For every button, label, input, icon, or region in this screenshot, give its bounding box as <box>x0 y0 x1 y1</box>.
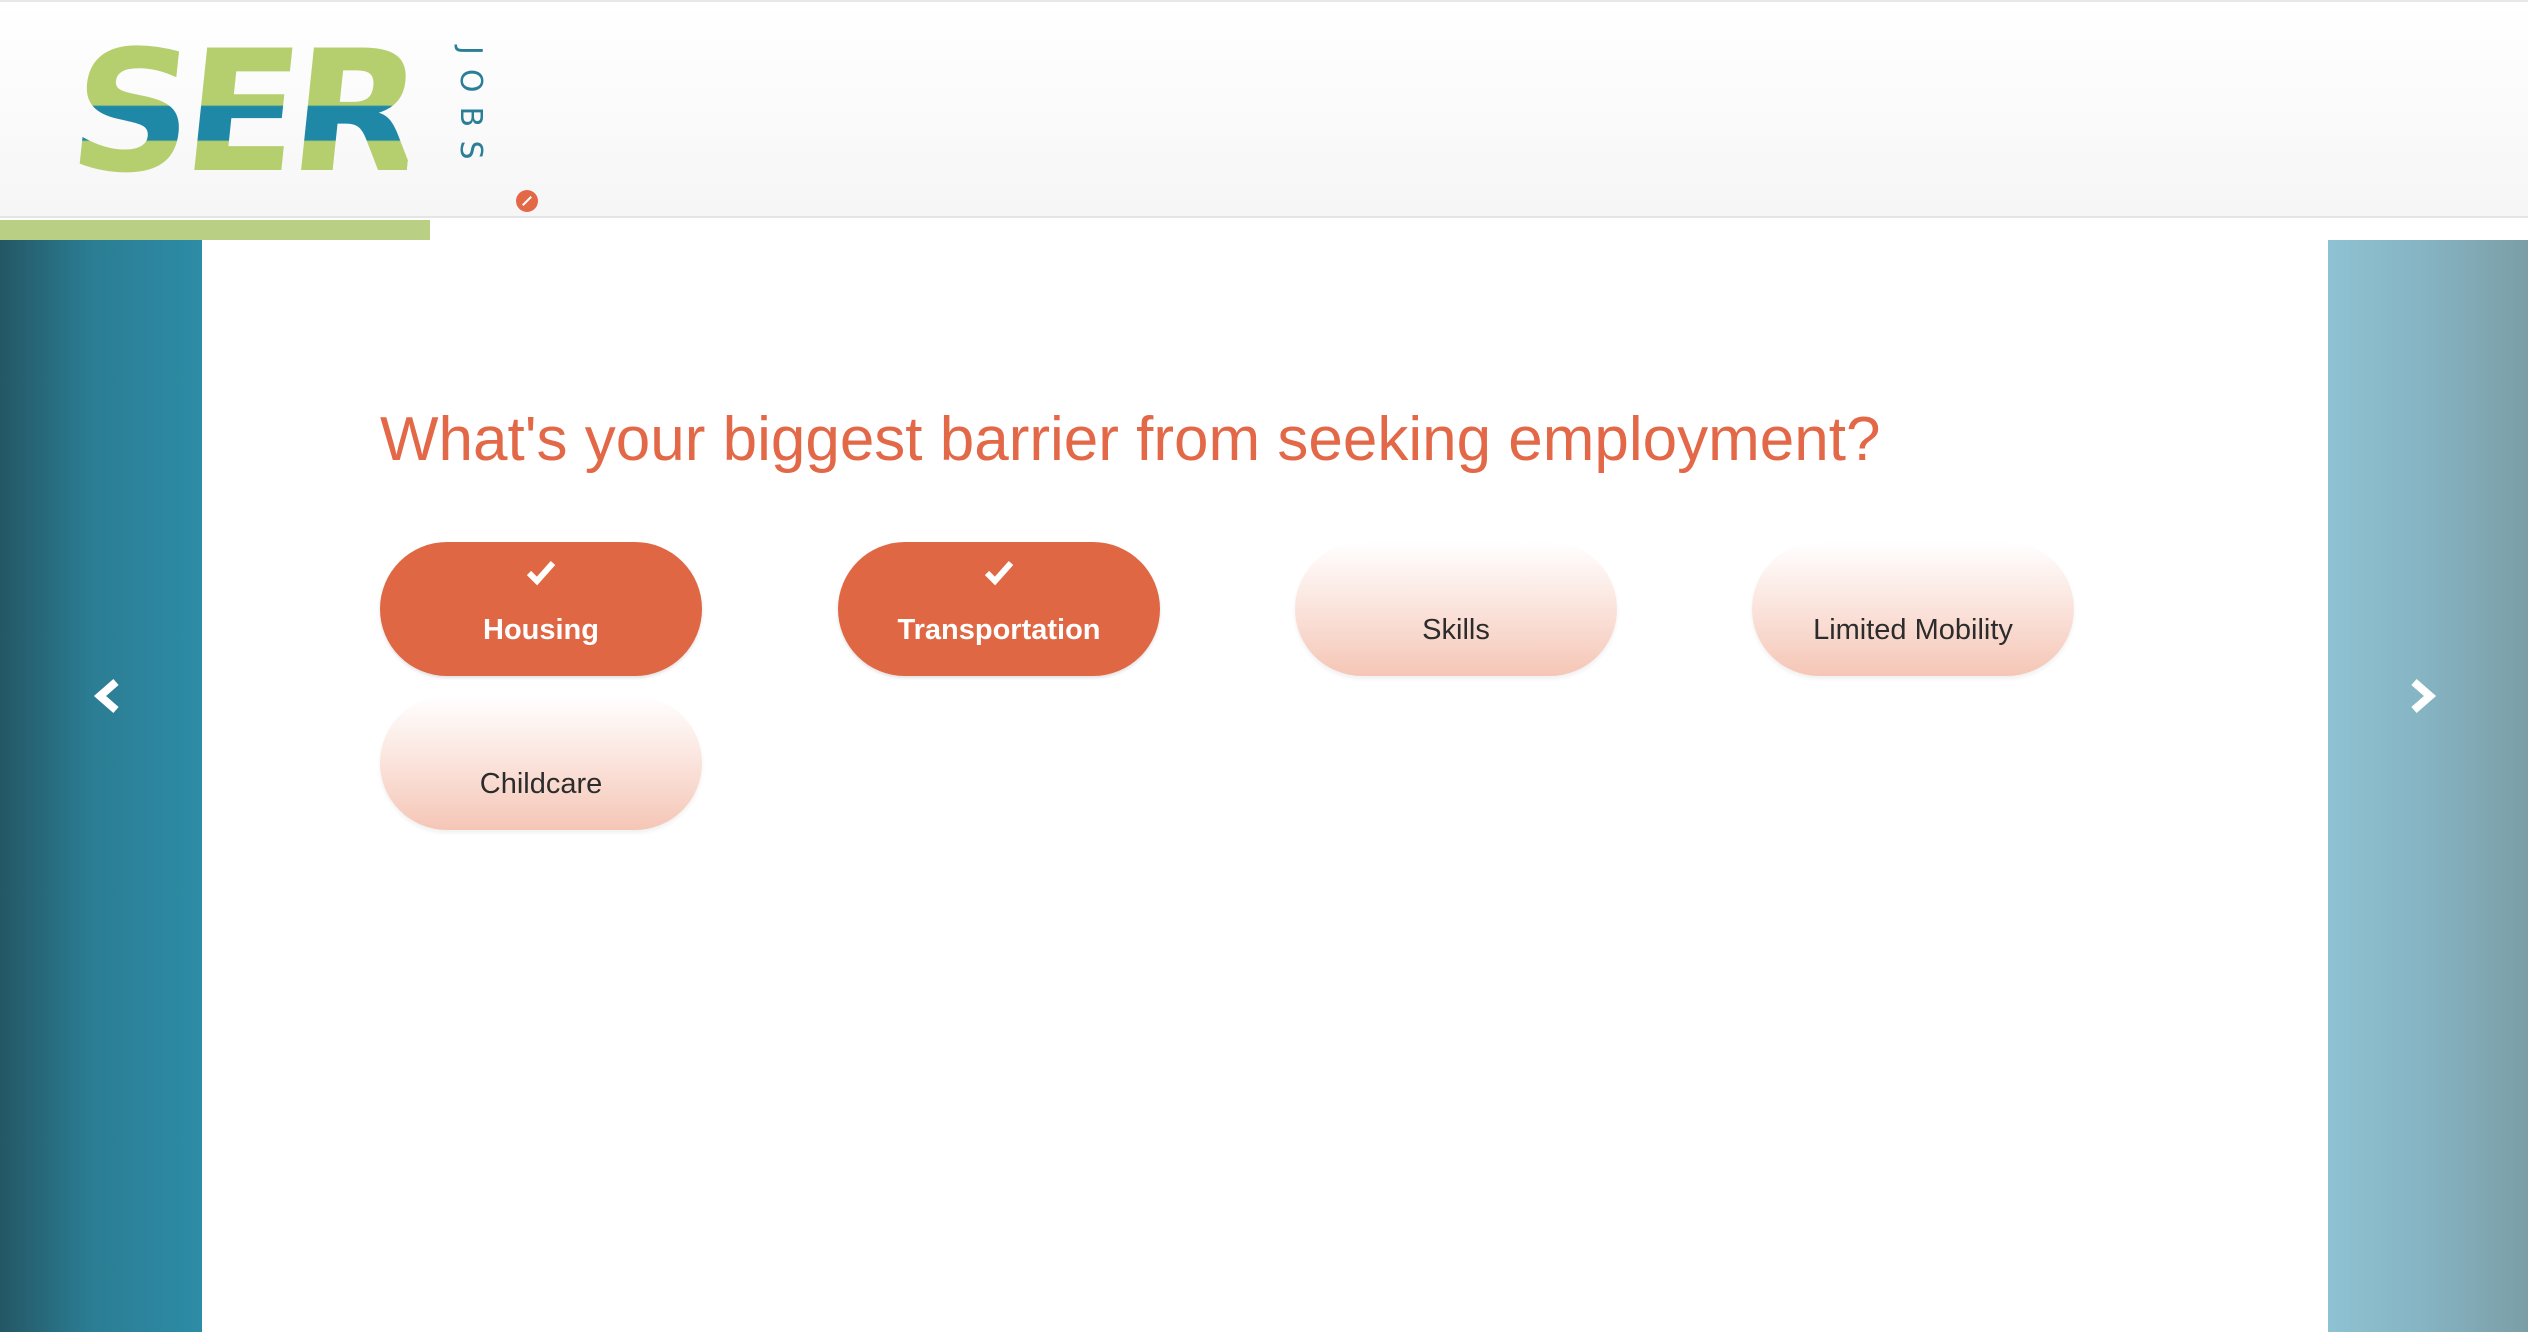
options-list: Housing Transportation Skills Limited Mo… <box>380 542 2080 842</box>
logo-subtext: JOBS <box>453 46 488 174</box>
option-label: Transportation <box>897 614 1101 646</box>
option-childcare[interactable]: Childcare <box>380 696 702 830</box>
option-label: Housing <box>483 614 599 646</box>
progress-bar-fill <box>0 220 430 240</box>
option-label: Limited Mobility <box>1813 614 2013 646</box>
header: SER JOBS <box>0 0 2528 218</box>
logo-dot-icon <box>516 190 538 212</box>
option-label: Skills <box>1422 614 1490 646</box>
progress-bar <box>0 220 2528 240</box>
option-label: Childcare <box>479 768 603 800</box>
chevron-left-icon[interactable] <box>90 678 126 714</box>
logo-jobs-text: JOBS <box>450 46 490 186</box>
ser-jobs-logo[interactable]: SER JOBS <box>62 14 538 212</box>
option-transportation[interactable]: Transportation <box>838 542 1160 676</box>
logo-wordmark: SER <box>61 14 424 210</box>
next-slide-button[interactable] <box>2328 240 2528 1332</box>
previous-slide-button[interactable] <box>0 240 202 1332</box>
option-skills[interactable]: Skills <box>1295 542 1617 676</box>
page: SER JOBS What's your biggest barrier fro… <box>0 0 2528 1332</box>
chevron-right-icon[interactable] <box>2404 678 2440 714</box>
checkmark-icon <box>526 561 556 586</box>
option-housing[interactable]: Housing <box>380 542 702 676</box>
option-limited-mobility[interactable]: Limited Mobility <box>1752 542 2074 676</box>
checkmark-icon <box>984 561 1014 586</box>
question-title: What's your biggest barrier from seeking… <box>380 405 1881 474</box>
